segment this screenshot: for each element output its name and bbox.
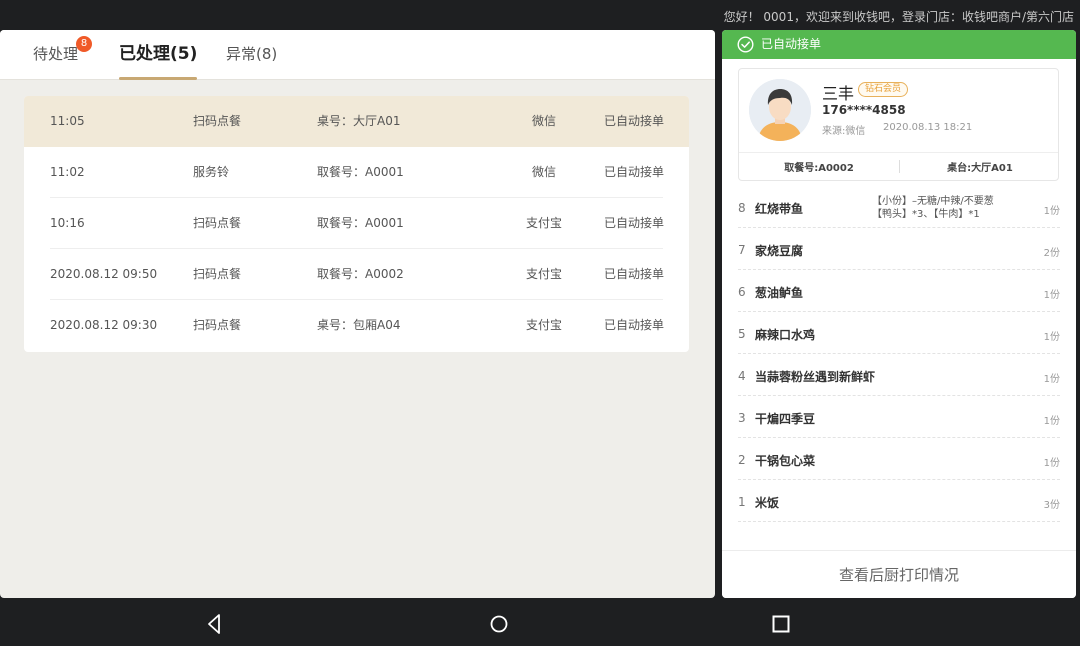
customer-name: 三丰: [822, 84, 855, 103]
tab-abnormal[interactable]: 异常(8): [226, 30, 277, 80]
card-divider: [739, 152, 1058, 153]
dish-index: 3: [738, 411, 746, 425]
order-datetime: 2020.08.13 18:21: [883, 122, 973, 133]
status-bar: 您好！ 0001，欢迎来到收钱吧，登录门店：收钱吧商户/第六门店: [0, 0, 1080, 30]
dish-index: 1: [738, 495, 746, 509]
order-type: 扫码点餐: [193, 216, 242, 230]
tab-pending-label: 待处理: [33, 45, 79, 63]
avatar-person-icon: [749, 79, 811, 141]
auto-accept-banner: 已自动接单: [722, 30, 1076, 59]
order-payment: 支付宝: [525, 318, 562, 332]
dish-list: 8 红烧带鱼 【小份】–无糖/中辣/不要葱 【鸭头】*3、【牛肉】*1 1份 7…: [722, 186, 1076, 522]
dish-name: 红烧带鱼: [755, 202, 804, 216]
order-time: 11:02: [50, 165, 85, 179]
dish-item: 3 干煸四季豆 1份: [738, 396, 1060, 438]
order-table-no: 取餐号：A0001: [317, 165, 404, 179]
order-type: 扫码点餐: [193, 114, 242, 128]
dish-item: 4 当蒜蓉粉丝遇到新鲜虾 1份: [738, 354, 1060, 396]
order-source: 来源:微信: [822, 126, 866, 137]
dish-item: 5 麻辣口水鸡 1份: [738, 312, 1060, 354]
avatar: [749, 79, 811, 141]
order-status: 已自动接单: [604, 216, 665, 230]
dish-quantity: 3份: [1043, 500, 1060, 511]
dish-index: 5: [738, 327, 746, 341]
dish-index: 4: [738, 369, 746, 383]
order-row[interactable]: 10:16 扫码点餐 取餐号：A0001 支付宝 已自动接单: [24, 198, 689, 249]
tab-processed-label: 已处理(5): [119, 44, 198, 64]
order-type: 扫码点餐: [193, 318, 242, 332]
order-time: 11:05: [50, 114, 85, 128]
dish-quantity: 1份: [1043, 374, 1060, 385]
dish-name: 干煸四季豆: [755, 412, 816, 426]
table-number: 桌台:大厅A01: [947, 163, 1013, 174]
order-status: 已自动接单: [604, 114, 665, 128]
order-payment: 微信: [531, 114, 556, 128]
dish-quantity: 2份: [1043, 248, 1060, 259]
welcome-text: 您好！ 0001，欢迎来到收钱吧，登录门店：收钱吧商户/第六门店: [723, 10, 1074, 24]
order-table-no: 取餐号：A0002: [317, 267, 404, 281]
dish-name: 干锅包心菜: [755, 454, 816, 468]
dish-note: 【小份】–无糖/中辣/不要葱 【鸭头】*3、【牛肉】*1: [872, 195, 994, 221]
customer-phone: 176****4858: [822, 103, 906, 117]
order-time: 2020.08.12 09:50: [50, 267, 158, 281]
dish-name: 麻辣口水鸡: [755, 328, 816, 342]
tab-abnormal-label: 异常(8): [226, 45, 278, 63]
tab-pending[interactable]: 待处理 8: [33, 30, 93, 80]
dish-index: 7: [738, 243, 746, 257]
active-tab-indicator: [119, 77, 198, 80]
order-table: 11:05 扫码点餐 桌号：大厅A01 微信 已自动接单 11:02 服务铃 取…: [24, 96, 689, 352]
order-table-no: 取餐号：A0001: [317, 216, 404, 230]
order-time: 2020.08.12 09:30: [50, 318, 158, 332]
dish-quantity: 1份: [1043, 416, 1060, 427]
order-status: 已自动接单: [604, 267, 665, 281]
dish-note-line: 【小份】–无糖/中辣/不要葱: [872, 196, 994, 207]
dish-index: 8: [738, 201, 746, 215]
dish-name: 家烧豆腐: [755, 244, 804, 258]
order-row[interactable]: 2020.08.12 09:30 扫码点餐 桌号：包厢A04 支付宝 已自动接单: [24, 300, 689, 351]
member-level-badge: 钻石会员: [858, 82, 909, 97]
pickup-number: 取餐号:A0002: [784, 163, 854, 174]
system-nav-bar: [0, 600, 1080, 646]
order-type: 扫码点餐: [193, 267, 242, 281]
order-status: 已自动接单: [604, 165, 665, 179]
dish-item: 2 干锅包心菜 1份: [738, 438, 1060, 480]
order-payment: 微信: [531, 165, 556, 179]
dish-index: 6: [738, 285, 746, 299]
order-list-panel: 待处理 8 已处理(5) 异常(8) 11:05 扫码点餐 桌号：大厅A01 微…: [0, 30, 715, 598]
order-tabs: 待处理 8 已处理(5) 异常(8): [0, 30, 715, 80]
order-table-no: 桌号：包厢A04: [317, 318, 401, 332]
dish-quantity: 1份: [1043, 206, 1060, 217]
order-row[interactable]: 2020.08.12 09:50 扫码点餐 取餐号：A0002 支付宝 已自动接…: [24, 249, 689, 300]
dish-index: 2: [738, 453, 746, 467]
order-row[interactable]: 11:05 扫码点餐 桌号：大厅A01 微信 已自动接单: [24, 96, 689, 147]
order-table-no: 桌号：大厅A01: [317, 114, 401, 128]
order-row[interactable]: 11:02 服务铃 取餐号：A0001 微信 已自动接单: [24, 147, 689, 198]
dish-quantity: 1份: [1043, 290, 1060, 301]
banner-text: 已自动接单: [761, 37, 822, 51]
order-time: 10:16: [50, 216, 85, 230]
dish-note-line: 【鸭头】*3、【牛肉】*1: [872, 209, 980, 220]
dish-quantity: 1份: [1043, 458, 1060, 469]
order-type: 服务铃: [193, 165, 230, 179]
dish-name: 米饭: [755, 496, 780, 510]
dish-name: 葱油鲈鱼: [755, 286, 804, 300]
dish-item: 6 葱油鲈鱼 1份: [738, 270, 1060, 312]
home-icon[interactable]: [487, 612, 511, 636]
dish-item: 8 红烧带鱼 【小份】–无糖/中辣/不要葱 【鸭头】*3、【牛肉】*1 1份: [738, 186, 1060, 228]
back-icon[interactable]: [203, 612, 227, 636]
check-circle-icon: [737, 36, 754, 53]
dish-quantity: 1份: [1043, 332, 1060, 343]
dish-name: 当蒜蓉粉丝遇到新鲜虾: [755, 370, 876, 384]
tab-processed[interactable]: 已处理(5): [113, 30, 203, 80]
order-detail-panel: 已自动接单 三丰 钻石会员 176****4858 来源:微信 2020.08.…: [722, 30, 1076, 598]
order-payment: 支付宝: [525, 216, 562, 230]
pending-count-badge: 8: [76, 36, 93, 52]
dish-item: 1 米饭 3份: [738, 480, 1060, 522]
order-status: 已自动接单: [604, 318, 665, 332]
order-payment: 支付宝: [525, 267, 562, 281]
customer-card: 三丰 钻石会员 176****4858 来源:微信 2020.08.13 18:…: [738, 68, 1059, 181]
dish-item: 7 家烧豆腐 2份: [738, 228, 1060, 270]
view-kitchen-print-button[interactable]: 查看后厨打印情况: [722, 550, 1076, 598]
recent-apps-icon[interactable]: [769, 612, 793, 636]
